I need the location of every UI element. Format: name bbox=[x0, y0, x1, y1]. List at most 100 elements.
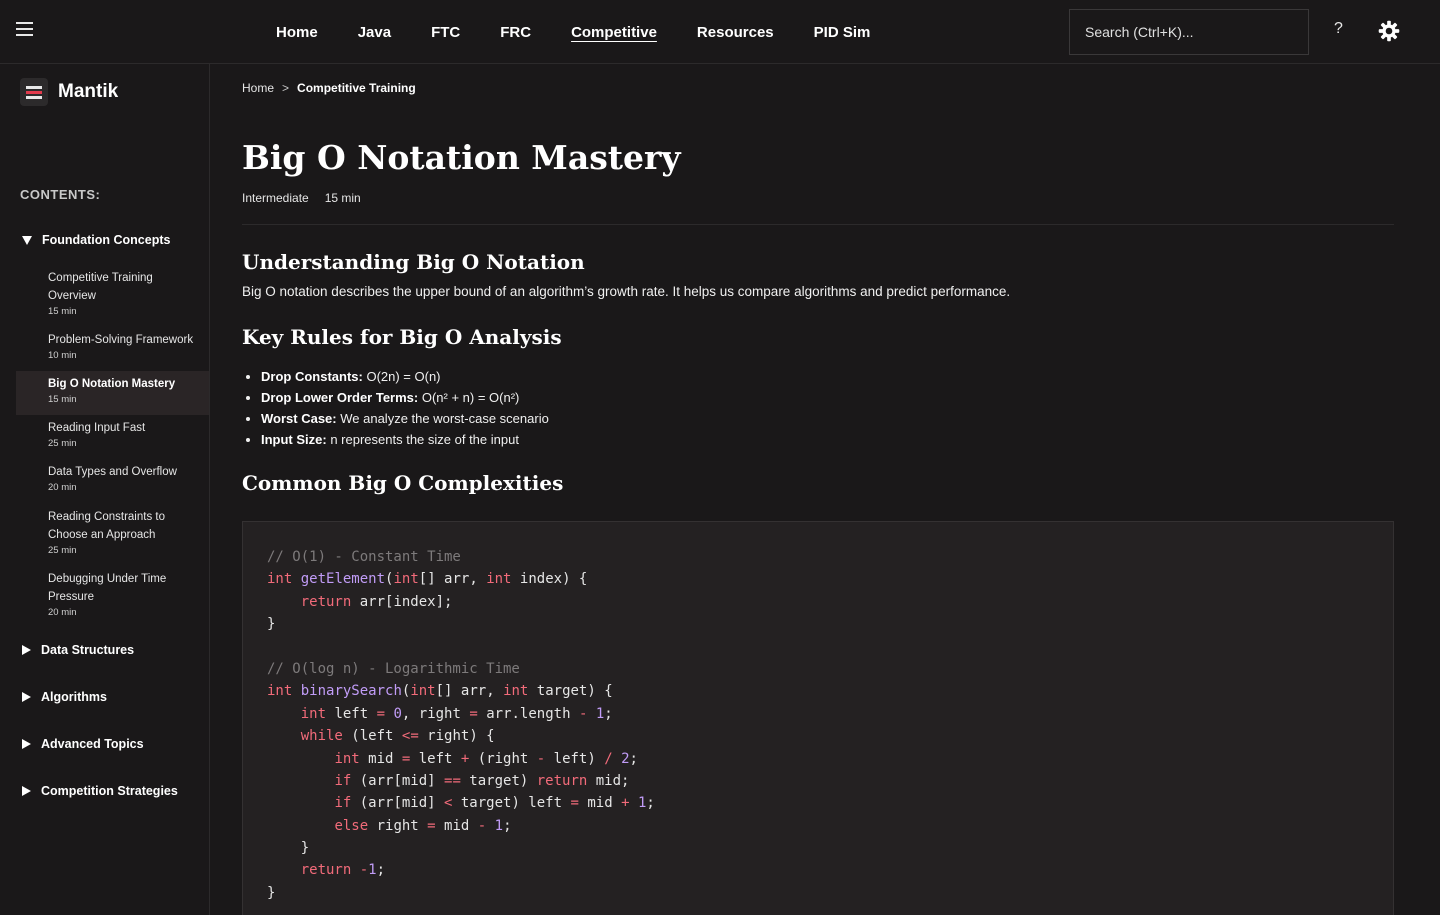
code-token: 1 bbox=[494, 817, 504, 834]
breadcrumb: Home > Competitive Training bbox=[242, 81, 416, 95]
rule-text: We analyze the worst-case scenario bbox=[336, 411, 549, 426]
code-token: left bbox=[410, 750, 461, 767]
sidebar-item-time: 15 min bbox=[48, 306, 77, 317]
code-line: int left = 0, right = arr.length - 1; bbox=[267, 703, 1369, 725]
sidebar-item-time: 10 min bbox=[48, 350, 77, 361]
code-token: if bbox=[334, 795, 352, 812]
code-token: ; bbox=[646, 795, 655, 812]
sidebar-item-label: Competitive Training Overview bbox=[48, 272, 153, 302]
section-toggle-advanced-topics[interactable]: Advanced Topics bbox=[0, 733, 210, 755]
nav-java[interactable]: Java bbox=[358, 24, 391, 41]
code-token: mid bbox=[578, 795, 622, 812]
section-toggle-foundation[interactable]: Foundation Concepts bbox=[0, 229, 210, 251]
rule-term: Worst Case: bbox=[261, 411, 337, 426]
nav-ftc[interactable]: FTC bbox=[431, 24, 460, 41]
sidebar-item-label: Reading Constraints to Choose an Approac… bbox=[48, 511, 165, 541]
sidebar-item-time: 25 min bbox=[48, 545, 77, 556]
sidebar: Mantik CONTENTS: Foundation Concepts Com… bbox=[0, 64, 210, 915]
caret-right-icon bbox=[22, 786, 31, 796]
help-icon[interactable]: ? bbox=[1334, 20, 1343, 38]
breadcrumb-separator: > bbox=[282, 81, 290, 95]
sidebar-item-label: Problem-Solving Framework bbox=[48, 334, 194, 346]
logo-bar-bottom bbox=[26, 95, 42, 99]
code-token: mid; bbox=[587, 772, 630, 789]
main-nav: Home Java FTC FRC Competitive Resources … bbox=[256, 0, 890, 64]
code-token: left) bbox=[545, 750, 605, 767]
code-token: int bbox=[267, 683, 293, 700]
menu-icon[interactable] bbox=[16, 22, 33, 38]
section-title: Data Structures bbox=[41, 643, 135, 657]
code-token: left bbox=[326, 705, 377, 722]
sidebar-item-debugging-under-time-pressure[interactable]: Debugging Under Time Pressure 20 min bbox=[16, 570, 209, 624]
sidebar-item-reading-constraints[interactable]: Reading Constraints to Choose an Approac… bbox=[16, 508, 209, 562]
nav-resources[interactable]: Resources bbox=[697, 24, 774, 41]
sidebar-section-data-structures: Data Structures bbox=[0, 639, 210, 661]
code-token: getElement bbox=[300, 571, 386, 588]
code-token: = bbox=[570, 795, 579, 812]
lesson-meta: Intermediate 15 min bbox=[242, 191, 361, 205]
code-token: 0 bbox=[393, 705, 402, 722]
list-item: Input Size: n represents the size of the… bbox=[261, 429, 549, 450]
page-title: Big O Notation Mastery bbox=[242, 138, 681, 177]
code-token: int bbox=[503, 683, 529, 700]
code-token: return bbox=[300, 862, 352, 879]
code-token: mid bbox=[435, 817, 478, 834]
code-token: index) { bbox=[511, 571, 588, 588]
sidebar-item-data-types-and-overflow[interactable]: Data Types and Overflow 20 min bbox=[16, 463, 209, 499]
code-token: ; bbox=[629, 750, 638, 767]
code-token: 1 bbox=[595, 705, 605, 722]
code-token: ; bbox=[604, 705, 613, 722]
code-token: right) { bbox=[418, 728, 495, 745]
breadcrumb-home[interactable]: Home bbox=[242, 81, 274, 95]
gear-icon[interactable] bbox=[1378, 20, 1400, 42]
nav-home[interactable]: Home bbox=[276, 24, 318, 41]
section-toggle-data-structures[interactable]: Data Structures bbox=[0, 639, 210, 661]
breadcrumb-current: Competitive Training bbox=[297, 81, 416, 95]
section-toggle-competition-strategies[interactable]: Competition Strategies bbox=[0, 780, 210, 802]
sidebar-item-big-o-notation-mastery[interactable]: Big O Notation Mastery 15 min bbox=[16, 371, 209, 415]
sidebar-item-label: Debugging Under Time Pressure bbox=[48, 573, 167, 603]
sidebar-item-competitive-training-overview[interactable]: Competitive Training Overview 15 min bbox=[16, 269, 209, 325]
code-token: mid bbox=[359, 750, 402, 767]
code-block[interactable]: // O(1) - Constant Time int getElement(in… bbox=[242, 521, 1394, 915]
code-token: while bbox=[300, 728, 343, 745]
sidebar-item-reading-input-fast[interactable]: Reading Input Fast 25 min bbox=[16, 419, 209, 455]
code-token: target) bbox=[460, 772, 537, 789]
code-token: [] arr, bbox=[435, 683, 504, 700]
section-toggle-algorithms[interactable]: Algorithms bbox=[0, 686, 210, 708]
nav-frc[interactable]: FRC bbox=[500, 24, 531, 41]
code-line: return arr[index]; bbox=[267, 591, 1369, 613]
sidebar-item-problem-solving-framework[interactable]: Problem-Solving Framework 10 min bbox=[16, 331, 209, 367]
sidebar-item-time: 15 min bbox=[48, 394, 77, 405]
code-token: int bbox=[410, 683, 436, 700]
code-line: int getElement(int[] arr, int index) { bbox=[267, 568, 1369, 590]
code-token: ; bbox=[503, 817, 512, 834]
code-token: (left bbox=[342, 728, 402, 745]
search-input[interactable] bbox=[1069, 9, 1309, 55]
sidebar-section-foundation: Foundation Concepts bbox=[0, 229, 210, 251]
code-token: right bbox=[368, 817, 428, 834]
caret-right-icon bbox=[22, 739, 31, 749]
lesson-duration: 15 min bbox=[324, 191, 361, 205]
nav-pid-sim[interactable]: PID Sim bbox=[814, 24, 871, 41]
list-item: Drop Lower Order Terms: O(n² + n) = O(n²… bbox=[261, 387, 549, 408]
code-line: while (left <= right) { bbox=[267, 725, 1369, 747]
nav-competitive[interactable]: Competitive bbox=[571, 24, 657, 41]
code-token: - bbox=[536, 750, 546, 767]
brand[interactable]: Mantik bbox=[20, 78, 118, 106]
rule-term: Input Size: bbox=[261, 432, 327, 447]
sidebar-section-competition-strategies: Competition Strategies bbox=[0, 780, 210, 802]
sidebar-section-algorithms: Algorithms bbox=[0, 686, 210, 708]
